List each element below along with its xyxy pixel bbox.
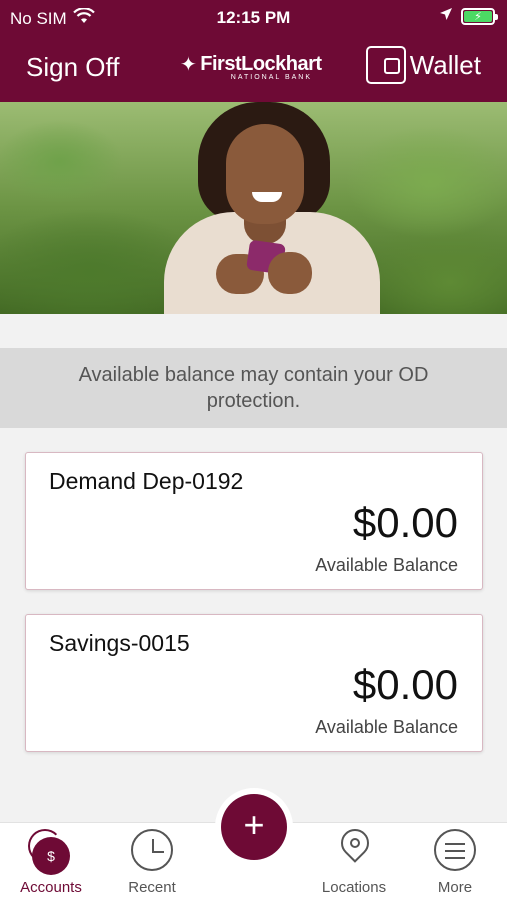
star-icon: ✦ bbox=[180, 54, 197, 76]
account-balance: $0.00 bbox=[352, 661, 458, 708]
account-balance: $0.00 bbox=[352, 499, 458, 546]
status-right: ⚡ bbox=[439, 6, 498, 26]
account-card[interactable]: Savings-0015 $0.00 Available Balance bbox=[25, 614, 483, 752]
wallet-icon bbox=[365, 46, 406, 84]
battery-icon: ⚡ bbox=[461, 7, 498, 25]
logo-text: FirstLockhart bbox=[200, 53, 322, 75]
sign-off-button[interactable]: Sign Off bbox=[26, 52, 119, 83]
logo-subtext: NATIONAL BANK bbox=[230, 74, 312, 81]
clock-icon bbox=[131, 829, 173, 871]
bank-logo: ✦ FirstLockhart NATIONAL BANK bbox=[180, 52, 322, 86]
tab-more[interactable]: More bbox=[405, 829, 505, 896]
wallet-button[interactable]: Wallet bbox=[365, 46, 481, 84]
hero-banner-image bbox=[0, 102, 507, 314]
balance-label: Available Balance bbox=[315, 555, 458, 575]
account-name: Demand Dep-0192 bbox=[49, 468, 244, 494]
balance-label: Available Balance bbox=[315, 717, 458, 737]
tab-accounts[interactable]: $ Accounts bbox=[1, 829, 101, 896]
od-protection-notice: Available balance may contain your OD pr… bbox=[0, 348, 507, 428]
app-header: No SIM 12:15 PM ⚡ Sign Off ✦ FirstLockhar… bbox=[0, 0, 507, 102]
tab-more-label: More bbox=[437, 879, 473, 896]
dollar-icon: $ bbox=[32, 837, 70, 875]
add-button[interactable]: + bbox=[221, 794, 287, 860]
tab-locations[interactable]: Locations bbox=[304, 823, 404, 896]
tab-recent-label: Recent bbox=[128, 879, 176, 896]
account-name: Savings-0015 bbox=[49, 630, 190, 656]
account-card[interactable]: Demand Dep-0192 $0.00 Available Balance bbox=[25, 452, 483, 590]
tab-locations-label: Locations bbox=[321, 879, 387, 896]
tab-accounts-label: Accounts bbox=[20, 879, 82, 896]
clock-time: 12:15 PM bbox=[216, 8, 291, 27]
tab-recent[interactable]: Recent bbox=[102, 829, 202, 896]
wallet-label: Wallet bbox=[409, 49, 481, 80]
location-pin-icon bbox=[335, 823, 375, 871]
location-arrow-icon bbox=[439, 6, 453, 26]
status-bar: No SIM 12:15 PM ⚡ bbox=[0, 6, 507, 30]
menu-icon bbox=[434, 829, 476, 871]
